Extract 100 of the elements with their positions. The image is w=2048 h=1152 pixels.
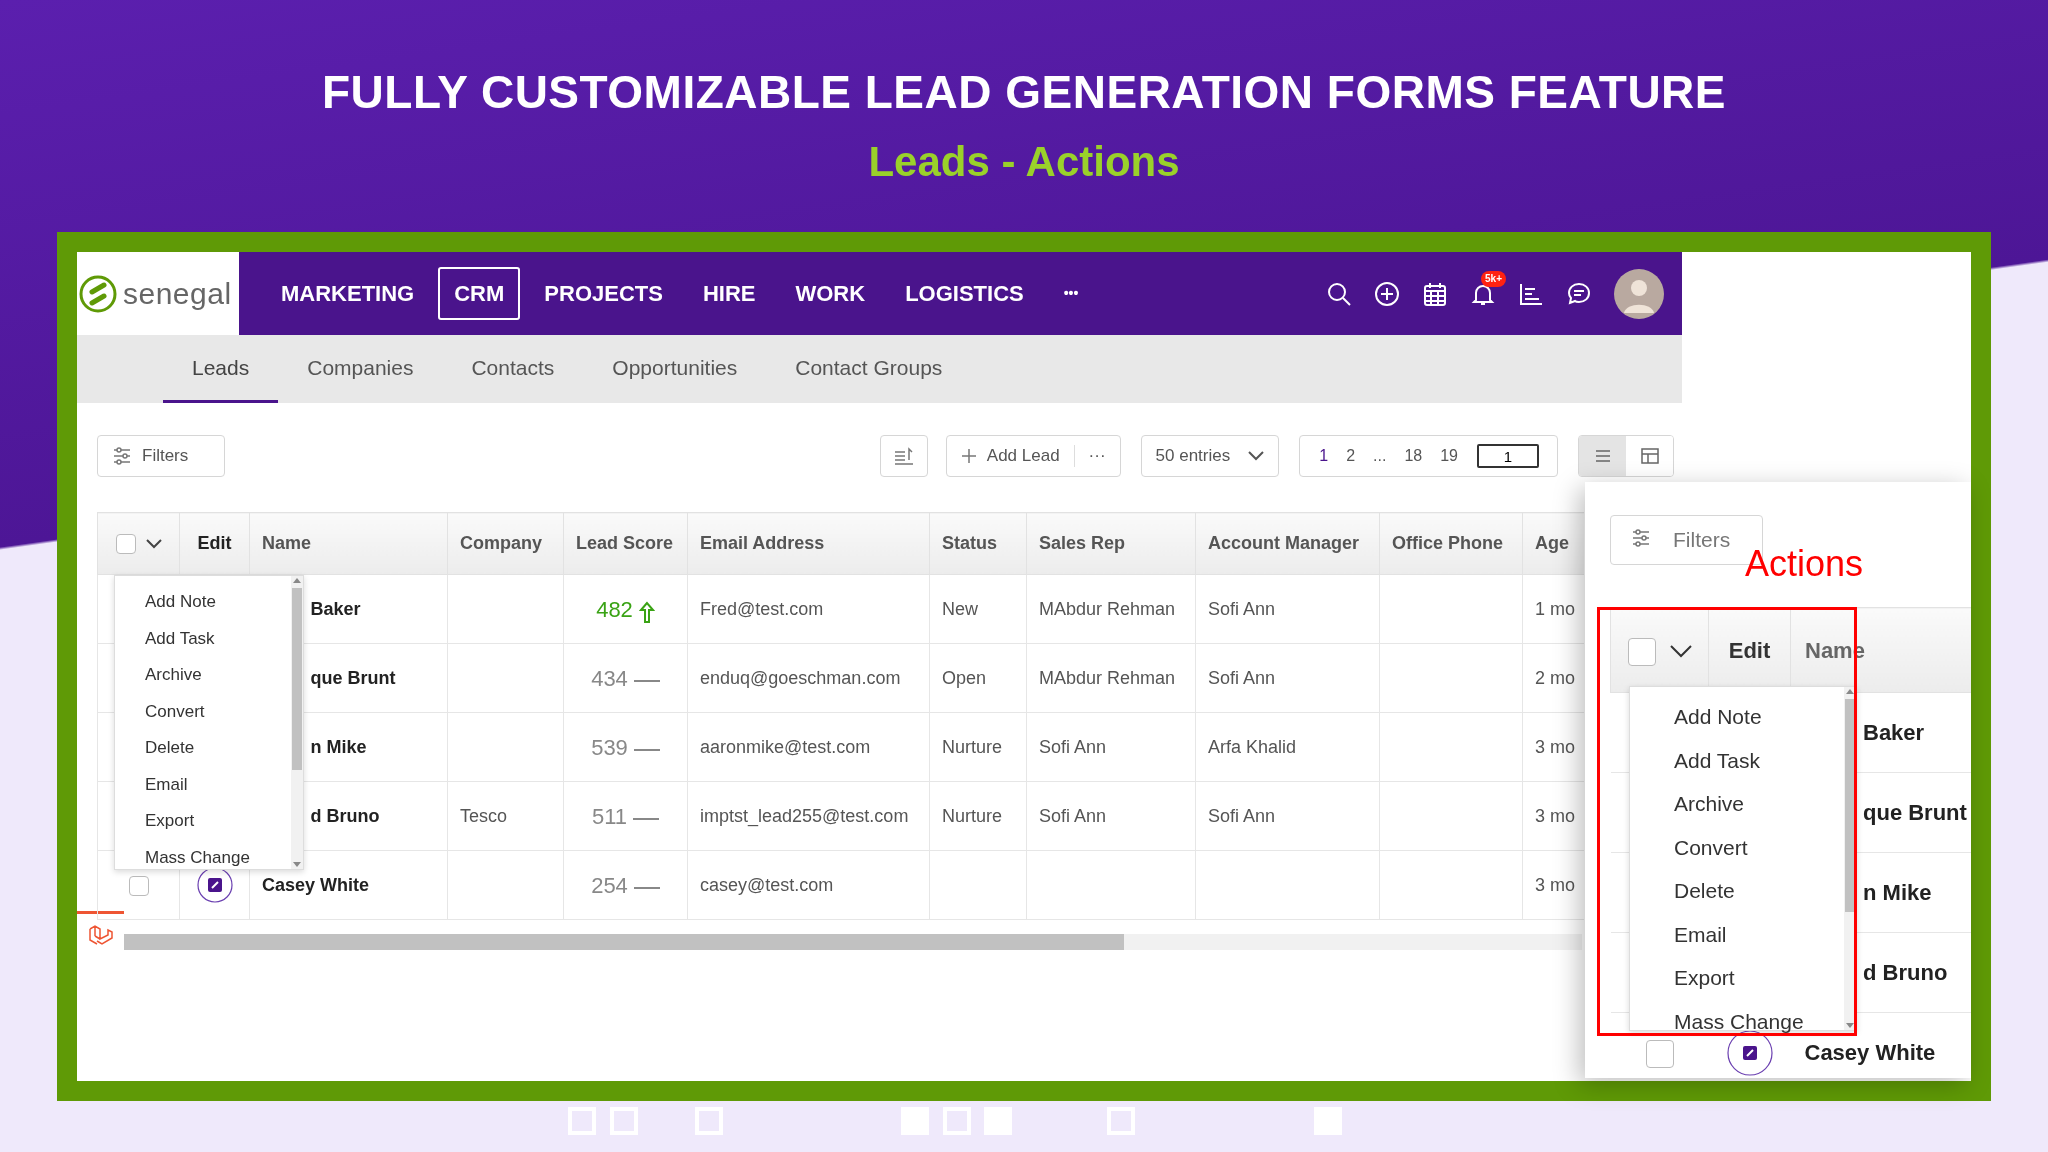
table-cell: 3 mo	[1535, 736, 1576, 757]
column-header[interactable]: Name	[262, 533, 312, 553]
more-button[interactable]: •••	[1047, 273, 1095, 314]
table-cell: Sofi Ann	[1208, 598, 1276, 619]
table-cell: 2 mo	[1535, 667, 1576, 688]
nav-tab[interactable]: LOGISTICS	[889, 267, 1040, 320]
notification-badge: 5k+	[1481, 270, 1506, 287]
table-cell: Baker	[310, 598, 361, 619]
table-cell: MAbdur Rehman	[1039, 598, 1176, 619]
menu-item[interactable]: Archive	[115, 657, 291, 694]
page-link[interactable]: 19	[1431, 444, 1467, 468]
page-input[interactable]: 1	[1477, 444, 1539, 468]
logo-icon	[79, 274, 117, 313]
table-cell: que Brunt	[1863, 800, 1967, 825]
menu-item[interactable]: Mass Change	[1630, 999, 1844, 1043]
nav-tab[interactable]: PROJECTS	[528, 267, 679, 320]
lead-score: 511	[591, 803, 628, 829]
column-header[interactable]: Edit	[1728, 637, 1771, 663]
subnav-tab[interactable]: Contact Groups	[766, 335, 972, 403]
scroll-down-icon[interactable]	[1845, 1022, 1855, 1030]
table-cell: Casey White	[1804, 1040, 1936, 1065]
calendar-icon[interactable]	[1422, 280, 1448, 307]
column-header[interactable]: Age	[1535, 533, 1569, 553]
column-header[interactable]: Sales Rep	[1039, 533, 1126, 553]
page-link[interactable]: 2	[1337, 444, 1365, 468]
table-cell: Sofi Ann	[1039, 805, 1107, 826]
page-link[interactable]: 18	[1395, 444, 1432, 468]
table-cell: MAbdur Rehman	[1039, 667, 1176, 688]
filter-sliders-icon	[112, 446, 132, 466]
banner-title: FULLY CUSTOMIZABLE LEAD GENERATION FORMS FEATURE	[322, 65, 1726, 120]
menu-item[interactable]: Delete	[1630, 869, 1844, 913]
table-cell: Sofi Ann	[1208, 805, 1276, 826]
filters-button[interactable]: Filters	[97, 435, 225, 477]
horizontal-scrollbar[interactable]	[124, 934, 1582, 950]
chevron-down-icon[interactable]	[1669, 645, 1692, 659]
more-button[interactable]: ···	[1074, 436, 1120, 476]
checkbox[interactable]	[1627, 637, 1656, 666]
subnav-tab[interactable]: Leads	[163, 335, 279, 403]
menu-item[interactable]: Export	[115, 803, 291, 840]
chat-icon[interactable]	[1566, 280, 1592, 307]
column-header[interactable]: Edit	[197, 533, 232, 553]
scrollbar-thumb[interactable]	[1845, 699, 1855, 912]
menu-item[interactable]: Email	[115, 766, 291, 803]
layout-icon	[1640, 447, 1659, 465]
page-link[interactable]: ...	[1364, 444, 1396, 468]
table-cell: d Bruno	[1863, 960, 1948, 985]
entries-dropdown[interactable]: 50 entries	[1140, 435, 1280, 477]
subnav-tab[interactable]: Contacts	[442, 335, 584, 403]
view-toggle[interactable]	[1579, 436, 1626, 476]
page-link[interactable]: 1	[1310, 444, 1338, 468]
menu-item[interactable]: Delete	[115, 730, 291, 767]
table-cell: 3 mo	[1535, 805, 1576, 826]
menu-item[interactable]: Add Note	[115, 584, 291, 621]
avatar[interactable]	[1614, 268, 1664, 319]
dash-icon	[633, 747, 660, 752]
checkbox[interactable]	[1645, 1040, 1674, 1069]
table-cell: 3 mo	[1535, 874, 1576, 895]
plus-icon	[960, 448, 977, 464]
search-icon[interactable]	[1326, 280, 1352, 307]
column-header[interactable]: Email Address	[700, 533, 825, 553]
lead-score: 482	[596, 596, 633, 622]
scroll-up-icon[interactable]	[1845, 687, 1855, 695]
nav-tab[interactable]: HIRE	[686, 267, 772, 320]
checkbox[interactable]	[115, 534, 136, 555]
column-header[interactable]: Status	[942, 533, 997, 553]
up-arrow-icon	[638, 600, 655, 623]
list-arrow-icon	[892, 446, 915, 466]
table-cell: Nurture	[942, 736, 1003, 757]
scroll-down-icon[interactable]	[292, 861, 302, 869]
chevron-down-icon[interactable]	[145, 539, 162, 550]
menu-item[interactable]: Export	[1630, 956, 1844, 1000]
subnav-tab[interactable]: Companies	[278, 335, 443, 403]
lead-score: 254	[591, 872, 628, 898]
logo-text: senegal	[123, 276, 232, 312]
add-lead-button[interactable]: Add Lead	[946, 436, 1074, 476]
nav-tab[interactable]: MARKETING	[265, 267, 431, 320]
menu-item[interactable]: Add Note	[1630, 695, 1844, 739]
dash-icon	[633, 885, 660, 890]
menu-item[interactable]: Archive	[1630, 782, 1844, 826]
table-cell: Tesco	[460, 805, 508, 826]
table-cell: imptst_lead255@test.com	[700, 805, 909, 826]
menu-item[interactable]: Add Task	[115, 620, 291, 657]
subnav-tab[interactable]: Opportunities	[583, 335, 767, 403]
nav-tab[interactable]: CRM	[438, 267, 521, 320]
menu-item[interactable]: Email	[1630, 912, 1844, 956]
menu-item[interactable]: Convert	[115, 693, 291, 730]
plus-circle-icon[interactable]	[1374, 280, 1400, 307]
table-cell: 1 mo	[1535, 598, 1576, 619]
list-icon	[1593, 447, 1612, 465]
import-button[interactable]	[879, 435, 928, 477]
scrollbar-thumb[interactable]	[292, 588, 302, 770]
table-cell: Fred@test.com	[700, 598, 824, 619]
lead-score: 434	[591, 665, 628, 691]
menu-item[interactable]: Add Task	[1630, 738, 1844, 782]
table-cell: aaronmike@test.com	[700, 736, 871, 757]
menu-item[interactable]: Convert	[1630, 825, 1844, 869]
nav-tab[interactable]: WORK	[779, 267, 882, 320]
table-cell: New	[942, 598, 978, 619]
checkbox[interactable]	[128, 875, 149, 896]
menu-item[interactable]: Mass Change	[115, 839, 291, 876]
